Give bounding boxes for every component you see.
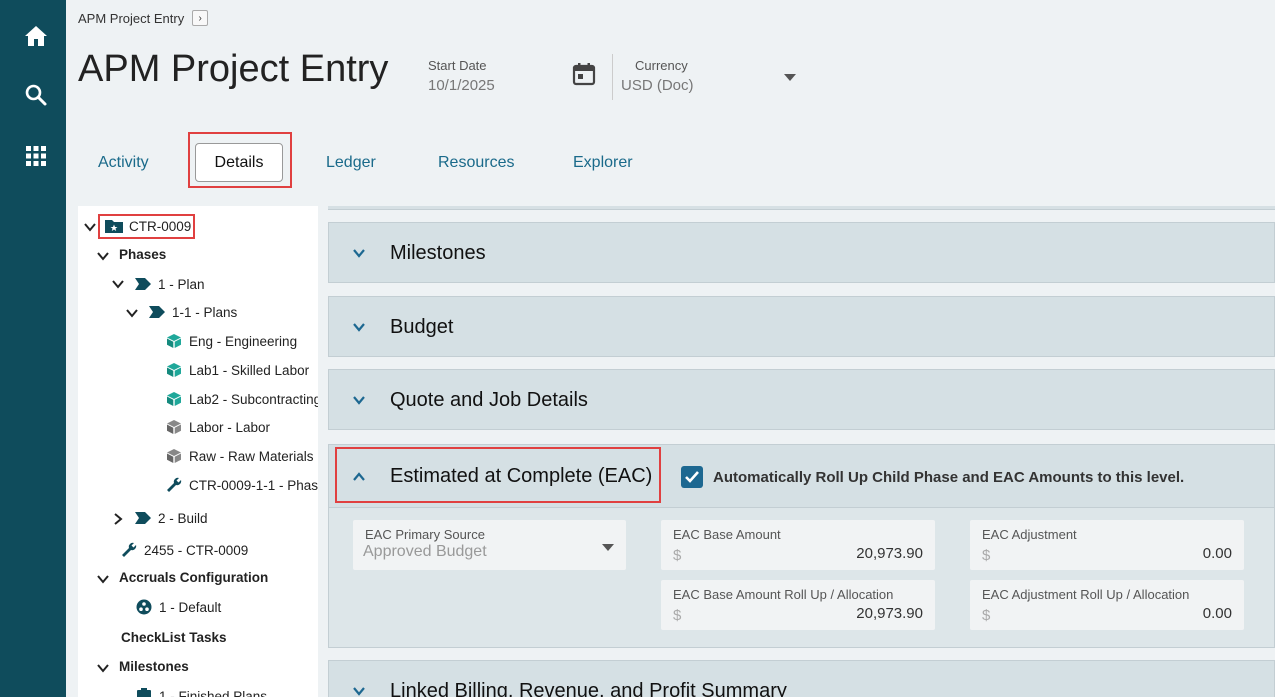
field-label: EAC Base Amount [673,527,781,542]
currency-select[interactable]: USD (Doc) [621,77,694,94]
tree-node-milestones[interactable]: Milestones [119,659,189,674]
chevron-right-icon[interactable]: › [192,10,209,26]
currency-label: Currency [635,58,688,73]
section-title: Linked Billing, Revenue, and Profit Summ… [390,680,787,697]
tree-node-resource[interactable]: Labor - Labor [165,419,270,435]
apps-grid-icon[interactable] [18,138,54,174]
section-title: Milestones [390,242,486,264]
section-title: Quote and Job Details [390,389,588,411]
tree-node-job[interactable]: 2455 - CTR-0009 [120,542,248,558]
chevron-down-icon[interactable] [83,220,97,234]
chevron-down-icon[interactable] [784,74,796,81]
chevron-up-icon [353,472,365,481]
section-title: Estimated at Complete (EAC) [390,465,653,487]
project-folder-icon [105,218,123,234]
tree-node-accruals[interactable]: Accruals Configuration [119,570,268,585]
clipboard-icon [135,688,153,697]
tree-node-resource[interactable]: Lab2 - Subcontracting [165,391,318,407]
field-value: 0.00 [1202,605,1232,622]
tree-node-task[interactable]: CTR-0009-1-1 - Phase [165,477,318,493]
tree-node-resource[interactable]: Lab1 - Skilled Labor [165,362,309,378]
tab-resources[interactable]: Resources [438,154,514,172]
phase-tag-icon [148,304,166,320]
tree-node-resource[interactable]: Raw - Raw Materials [165,448,314,464]
chevron-down-icon[interactable] [111,277,125,291]
tree-node-phases[interactable]: Phases [119,247,166,262]
tree-node-phase[interactable]: 2 - Build [134,510,208,526]
tree-node-milestone[interactable]: 1 - Finished Plans [135,688,267,697]
tab-explorer[interactable]: Explorer [573,154,633,172]
settings-circle-icon [135,599,153,615]
currency-symbol: $ [982,547,991,564]
section-eac[interactable]: Estimated at Complete (EAC) Automaticall… [328,444,1275,508]
tab-activity[interactable]: Activity [98,154,149,172]
chevron-down-icon[interactable] [96,249,110,263]
cube-icon [165,391,183,407]
project-tree: CTR-0009 Phases 1 - Plan 1-1 - Plans Eng… [78,206,318,697]
chevron-down-icon[interactable] [125,306,139,320]
rollup-checkbox[interactable] [681,466,703,488]
chevron-down-icon [353,687,365,696]
home-icon[interactable] [18,18,54,54]
section-budget[interactable]: Budget [328,296,1275,357]
eac-adjustment-field[interactable]: EAC Adjustment $ 0.00 [970,520,1244,570]
field-label: EAC Base Amount Roll Up / Allocation [673,587,894,602]
section-linked-billing[interactable]: Linked Billing, Revenue, and Profit Summ… [328,660,1275,697]
field-label: EAC Adjustment [982,527,1077,542]
field-label: EAC Adjustment Roll Up / Allocation [982,587,1190,602]
eac-primary-source-select[interactable]: EAC Primary Source Approved Budget [353,520,626,570]
chevron-down-icon [602,544,614,551]
section-quote-job-details[interactable]: Quote and Job Details [328,369,1275,430]
wrench-icon [120,542,138,558]
tree-node-default[interactable]: 1 - Default [135,599,221,615]
rollup-checkbox-label: Automatically Roll Up Child Phase and EA… [713,469,1185,486]
tab-details[interactable]: Details [195,143,283,182]
page-title: APM Project Entry [78,48,389,90]
tab-ledger[interactable]: Ledger [326,154,376,172]
section-edge [328,206,1275,210]
eac-fields: EAC Primary Source Approved Budget EAC B… [328,508,1275,648]
section-milestones[interactable]: Milestones [328,222,1275,283]
cube-icon [165,362,183,378]
cube-icon [165,448,183,464]
chevron-down-icon[interactable] [96,572,110,586]
tree-node-resource[interactable]: Eng - Engineering [165,333,297,349]
tree-node-checklist[interactable]: CheckList Tasks [121,630,227,645]
search-icon[interactable] [18,77,54,113]
section-title: Budget [390,316,454,338]
phase-tag-icon [134,510,152,526]
breadcrumb: APM Project Entry › [78,10,209,26]
start-date-label: Start Date [428,58,487,73]
tree-node-root[interactable]: CTR-0009 [105,218,191,234]
chevron-down-icon [353,323,365,332]
details-panel: Milestones Budget Quote and Job Details … [318,206,1275,697]
cube-icon [165,419,183,435]
field-value: Approved Budget [363,543,487,560]
start-date-field[interactable]: 10/1/2025 [428,77,495,94]
chevron-down-icon[interactable] [96,661,110,675]
left-nav-bar [0,0,66,697]
field-value: 0.00 [1202,545,1232,562]
field-value: 20,973.90 [856,605,923,622]
chevron-right-icon[interactable] [111,512,125,526]
breadcrumb-item[interactable]: APM Project Entry [78,11,184,26]
field-divider [612,54,613,100]
currency-symbol: $ [982,607,991,624]
tree-node-subphase[interactable]: 1-1 - Plans [148,304,237,320]
calendar-icon[interactable] [572,62,596,91]
field-label: EAC Primary Source [365,527,485,542]
cube-icon [165,333,183,349]
wrench-icon [165,477,183,493]
field-value: 20,973.90 [856,545,923,562]
eac-base-amount-field[interactable]: EAC Base Amount $ 20,973.90 [661,520,935,570]
eac-base-rollup-field[interactable]: EAC Base Amount Roll Up / Allocation $ 2… [661,580,935,630]
currency-symbol: $ [673,607,682,624]
eac-adjustment-rollup-field[interactable]: EAC Adjustment Roll Up / Allocation $ 0.… [970,580,1244,630]
phase-tag-icon [134,276,152,292]
tree-node-phase[interactable]: 1 - Plan [134,276,205,292]
chevron-down-icon [353,249,365,258]
chevron-down-icon [353,396,365,405]
checkmark-icon [685,471,699,483]
currency-symbol: $ [673,547,682,564]
